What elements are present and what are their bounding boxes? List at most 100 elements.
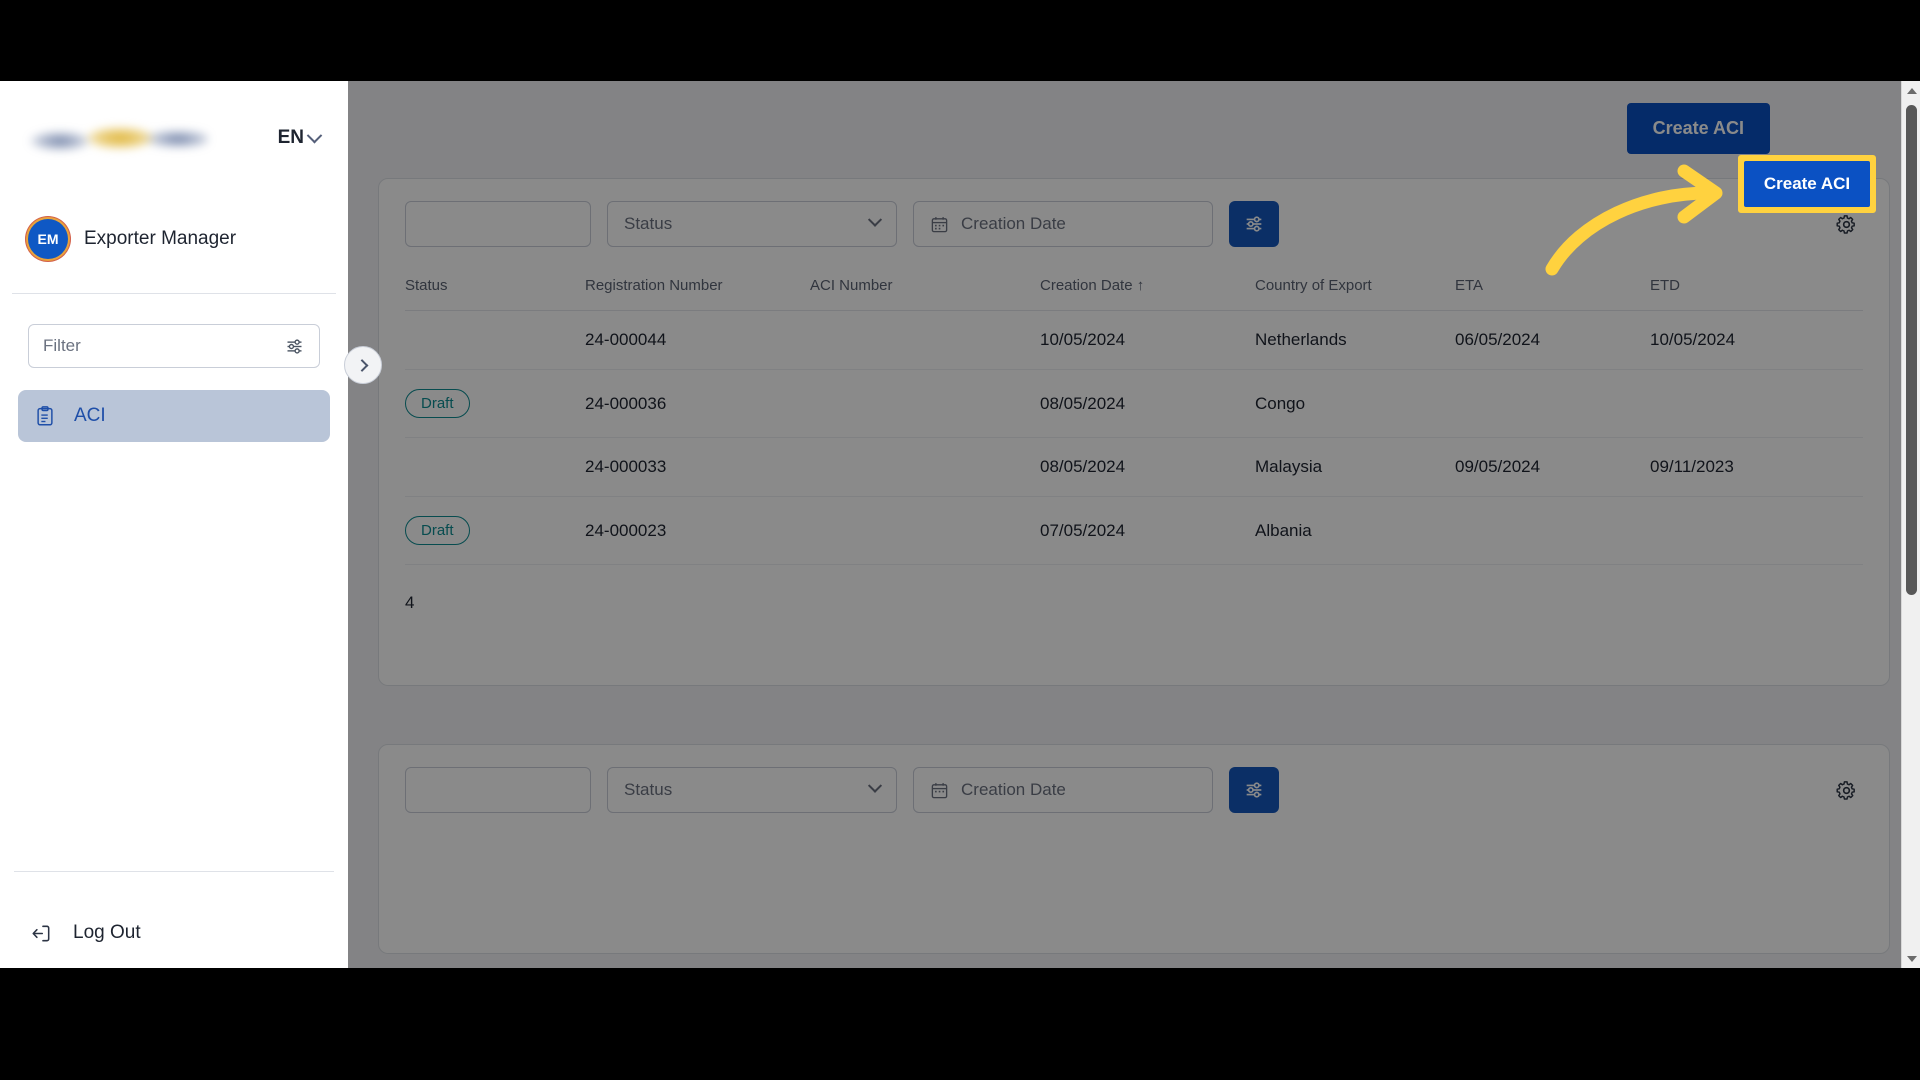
triangle-up-icon	[1906, 87, 1917, 94]
language-selector[interactable]: EN	[277, 127, 323, 149]
sidebar-filter-placeholder: Filter	[43, 336, 81, 355]
chevron-down-icon	[867, 212, 883, 227]
creation-date-value: Creation Date	[961, 214, 1066, 233]
avatar: EM	[28, 219, 68, 259]
cell-aci-number	[810, 496, 1040, 565]
gear-icon	[1835, 214, 1855, 234]
status-select-label: Status	[624, 214, 673, 233]
sliders-icon	[1246, 216, 1262, 232]
sidebar-collapse-toggle[interactable]	[344, 346, 382, 384]
chevron-down-icon	[306, 127, 323, 143]
column-header-registration-number[interactable]: Registration Number	[585, 277, 810, 311]
brand-row: EN	[28, 115, 323, 161]
creation-date-input-secondary[interactable]: Creation Date	[913, 767, 1213, 813]
scroll-up-button[interactable]	[1902, 81, 1920, 100]
scrollbar-thumb[interactable]	[1906, 105, 1917, 595]
apply-filters-button-secondary[interactable]	[1229, 767, 1279, 813]
chevron-right-icon	[355, 358, 368, 372]
creation-date-secondary-value: Creation Date	[961, 780, 1066, 799]
cell-aci-number	[810, 310, 1040, 370]
letterbox-top	[0, 0, 1920, 81]
triangle-down-icon	[1906, 955, 1917, 962]
annotation-arrow	[1545, 164, 1723, 276]
calendar-icon	[931, 216, 948, 232]
secondary-list-panel: Status Creation Date	[378, 744, 1890, 954]
screen-root: Create ACI Status Creation Date Status R…	[0, 0, 1920, 1080]
table-footer-count: 4	[405, 593, 415, 612]
cell-creation-date: 08/05/2024	[1040, 369, 1255, 438]
cell-eta: 09/05/2024	[1455, 437, 1650, 497]
filters-row-secondary: Status Creation Date	[405, 767, 1863, 813]
column-header-status[interactable]: Status	[405, 277, 585, 311]
logout-icon	[32, 925, 50, 941]
cell-registration-number: 24-000044	[585, 310, 810, 370]
sliders-icon	[1246, 782, 1262, 798]
cell-registration-number: 24-000036	[585, 369, 810, 438]
column-header-etd[interactable]: ETD	[1650, 277, 1863, 311]
gear-icon	[1835, 780, 1855, 800]
cell-etd: 09/11/2023	[1650, 437, 1863, 497]
sidebar-item-label: ACI	[74, 405, 106, 426]
chevron-down-icon	[867, 778, 883, 793]
cell-etd	[1650, 369, 1863, 438]
language-label: EN	[277, 127, 304, 148]
cell-creation-date: 08/05/2024	[1040, 437, 1255, 497]
column-header-country-of-export[interactable]: Country of Export	[1255, 277, 1455, 311]
application-viewport: Create ACI Status Creation Date Status R…	[0, 81, 1920, 968]
logout-button[interactable]: Log Out	[0, 872, 348, 968]
vertical-scrollbar[interactable]	[1901, 81, 1920, 968]
sidebar-item-aci[interactable]: ACI	[18, 390, 330, 442]
table-row[interactable]: 24-000033 08/05/2024 Malaysia 09/05/2024 09/…	[405, 437, 1863, 497]
cell-status: Draft	[405, 496, 585, 565]
table-row[interactable]: Draft 24-000036 08/05/2024 Congo	[405, 369, 1863, 438]
cell-creation-date: 10/05/2024	[1040, 310, 1255, 370]
calendar-icon	[931, 782, 948, 798]
create-aci-highlight: Create ACI	[1738, 155, 1876, 213]
cell-creation-date: 07/05/2024	[1040, 496, 1255, 565]
apply-filters-button[interactable]	[1229, 201, 1279, 247]
table-body: 24-000044 10/05/2024 Netherlands 06/05/2024…	[405, 310, 1863, 565]
cell-country-of-export: Malaysia	[1255, 437, 1455, 497]
sliders-icon	[287, 338, 302, 354]
table-row[interactable]: 24-000044 10/05/2024 Netherlands 06/05/2024…	[405, 310, 1863, 370]
cell-eta	[1455, 369, 1650, 438]
status-select-secondary[interactable]: Status	[607, 767, 897, 813]
column-header-creation-date[interactable]: Creation Date ↑	[1040, 277, 1255, 311]
cell-country-of-export: Congo	[1255, 369, 1455, 438]
user-name: Exporter Manager	[84, 228, 237, 249]
cell-eta: 06/05/2024	[1455, 310, 1650, 370]
status-select-secondary-label: Status	[624, 780, 673, 799]
aci-table: Status Registration Number ACI Number Cr…	[405, 277, 1863, 565]
sidebar-nav: ACI	[0, 390, 348, 442]
letterbox-bottom	[0, 968, 1920, 1080]
cell-eta	[1455, 496, 1650, 565]
cell-etd: 10/05/2024	[1650, 310, 1863, 370]
cell-country-of-export: Albania	[1255, 496, 1455, 565]
scroll-down-button[interactable]	[1902, 949, 1920, 968]
creation-date-input[interactable]: Creation Date	[913, 201, 1213, 247]
cell-status	[405, 310, 585, 370]
sidebar-divider	[12, 293, 336, 294]
column-header-eta[interactable]: ETA	[1455, 277, 1650, 311]
cell-aci-number	[810, 369, 1040, 438]
user-profile[interactable]: EM Exporter Manager	[28, 219, 320, 259]
cell-status	[405, 437, 585, 497]
table-row[interactable]: Draft 24-000023 07/05/2024 Albania	[405, 496, 1863, 565]
status-badge: Draft	[405, 516, 470, 545]
column-header-aci-number[interactable]: ACI Number	[810, 277, 1040, 311]
logout-label: Log Out	[73, 922, 141, 943]
sidebar-header: EN EM Exporter Manager	[0, 81, 348, 259]
sidebar: EN EM Exporter Manager Filter ACI Log Ou…	[0, 81, 348, 968]
cell-country-of-export: Netherlands	[1255, 310, 1455, 370]
sidebar-filter-input[interactable]: Filter	[28, 324, 320, 368]
cell-status: Draft	[405, 369, 585, 438]
status-badge: Draft	[405, 389, 470, 418]
search-input-secondary[interactable]	[405, 767, 591, 813]
clipboard-icon	[37, 406, 53, 426]
cell-registration-number: 24-000023	[585, 496, 810, 565]
status-select[interactable]: Status	[607, 201, 897, 247]
create-aci-button-highlighted[interactable]: Create ACI	[1743, 161, 1871, 207]
table-settings-button-secondary[interactable]	[1829, 773, 1863, 807]
search-input[interactable]	[405, 201, 591, 247]
